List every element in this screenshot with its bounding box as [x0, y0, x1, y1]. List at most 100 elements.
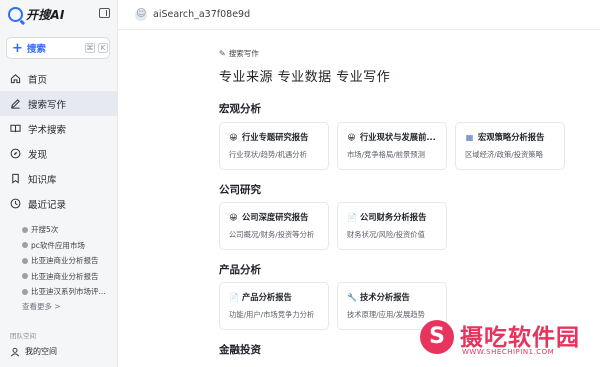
book-icon	[10, 124, 21, 133]
watermark: S 摄吃软件园 WWW.SHECHIPIN1.COM	[408, 312, 600, 367]
section-title-macro: 宏观分析	[219, 103, 261, 115]
card-desc: 功能/用户/市场竞争力分析	[229, 310, 315, 319]
shortcut-k-key: K	[98, 43, 108, 53]
card-title-text: 公司深度研究报告	[242, 212, 309, 222]
recent-item[interactable]: 开搜5次	[22, 222, 114, 238]
watermark-url: WWW.SHECHIPIN1.COM	[462, 348, 555, 356]
template-card[interactable]: ▦ 宏观策略分析报告 区域经济/政策/投资策略	[455, 122, 565, 170]
template-card[interactable]: 📄 产品分析报告 功能/用户/市场竞争力分析	[219, 282, 329, 330]
sidebar-item-label: 最近记录	[28, 199, 67, 211]
pen-icon: ✎	[219, 49, 226, 58]
sidebar-item-label: 学术搜索	[28, 124, 67, 136]
compass-icon	[10, 148, 21, 159]
sidebar-item-label: 发现	[28, 149, 48, 161]
team-space-label: 团队空间	[10, 332, 36, 340]
sidebar-item-recent[interactable]: 最近记录	[0, 191, 118, 216]
section-title-product: 产品分析	[219, 264, 261, 276]
sidebar-nav: 首页 搜索写作 学术搜索 发现 知识库 最近记录	[0, 66, 118, 216]
document-icon: 📄	[229, 292, 239, 302]
recent-item-label: 比亚迪商业分析报告	[31, 271, 99, 281]
my-space-label: 我的空间	[25, 347, 57, 356]
document-icon: 📄	[347, 212, 357, 222]
card-title: 🔧 技术分析报告	[347, 291, 446, 303]
writing-header: ✎ 搜索写作 专业来源 专业数据 专业写作	[219, 48, 390, 85]
card-title-text: 技术分析报告	[360, 292, 410, 302]
plus-icon: +	[12, 40, 23, 56]
watermark-text: 摄吃软件园	[460, 325, 580, 351]
recent-item[interactable]: 比亚迪商业分析报告	[22, 253, 114, 269]
card-title: 😀 公司深度研究报告	[229, 211, 328, 223]
new-search-button[interactable]: + 搜索 ⌘ K	[6, 37, 110, 59]
template-card[interactable]: 😀 公司深度研究报告 公司概况/财务/投资等分析	[219, 202, 329, 250]
card-title-text: 公司财务分析报告	[360, 212, 427, 222]
recent-item-label: pc软件应用市场	[31, 240, 85, 250]
brand-logo-icon	[8, 7, 23, 22]
card-title-text: 行业现状与发展前...	[360, 132, 436, 142]
clock-icon	[10, 198, 21, 209]
history-dot-icon	[22, 226, 28, 233]
session-title: aiSearch_a37f08e9d	[153, 9, 251, 20]
section-title-company: 公司研究	[219, 184, 261, 196]
wrench-icon: 🔧	[347, 292, 357, 302]
app: 开搜AI + 搜索 ⌘ K 首页 搜索写作 学术搜索 发现 知识库 最近记录 开…	[0, 0, 600, 367]
sidebar-item-academic-search[interactable]: 学术搜索	[0, 116, 118, 141]
template-card[interactable]: 😀 行业专题研究报告 行业现状/趋势/机遇分析	[219, 122, 329, 170]
my-space-item[interactable]: 我的空间	[10, 346, 57, 357]
recent-item[interactable]: 比亚迪汉系列市场评...	[22, 284, 114, 300]
grid-chart-icon: ▦	[465, 132, 474, 142]
card-desc: 行业现状/趋势/机遇分析	[229, 150, 307, 159]
sidebar: 开搜AI + 搜索 ⌘ K 首页 搜索写作 学术搜索 发现 知识库 最近记录 开…	[0, 0, 118, 367]
recent-item-label: 开搜5次	[31, 225, 59, 235]
watermark-logo-icon: S	[420, 320, 454, 354]
history-dot-icon	[22, 288, 28, 295]
sidebar-item-label: 搜索写作	[28, 99, 67, 111]
recent-item[interactable]: 比亚迪商业分析报告	[22, 269, 114, 285]
card-title: ▦ 宏观策略分析报告	[465, 131, 564, 143]
recent-item-label: 比亚迪商业分析报告	[31, 256, 99, 266]
smile-icon: 😀	[229, 132, 238, 142]
pen-icon	[11, 99, 20, 109]
sidebar-item-home[interactable]: 首页	[0, 66, 118, 91]
template-card[interactable]: 😀 行业现状与发展前... 市场/竞争格局/前景预测	[337, 122, 447, 170]
card-desc: 区域经济/政策/投资策略	[465, 150, 543, 159]
sidebar-item-label: 知识库	[28, 174, 57, 186]
page-title: 专业来源 专业数据 专业写作	[219, 70, 391, 85]
template-card[interactable]: 📄 公司财务分析报告 财务状况/风险/投资价值	[337, 202, 447, 250]
recent-item[interactable]: pc软件应用市场	[22, 238, 114, 254]
card-title: 📄 产品分析报告	[229, 291, 328, 303]
see-more-link[interactable]: 查看更多 >	[22, 301, 114, 312]
sidebar-item-knowledge-base[interactable]: 知识库	[0, 166, 118, 191]
card-title: 😀 行业专题研究报告	[229, 131, 328, 143]
history-dot-icon	[22, 273, 28, 280]
sidebar-item-label: 首页	[28, 74, 48, 86]
user-icon	[10, 347, 20, 356]
card-title-text: 产品分析报告	[242, 292, 292, 302]
section-title-finance: 金融投资	[219, 344, 261, 356]
card-title: 😀 行业现状与发展前...	[347, 131, 446, 143]
smile-icon: 😀	[229, 212, 238, 222]
history-dot-icon	[22, 257, 28, 264]
topbar: aiSearch_a37f08e9d	[118, 0, 600, 30]
kicker: ✎ 搜索写作	[219, 48, 390, 59]
bookmark-icon	[12, 173, 19, 184]
recent-item-label: 比亚迪汉系列市场评...	[31, 287, 106, 297]
kicker-label: 搜索写作	[228, 49, 259, 58]
sidebar-item-discover[interactable]: 发现	[0, 141, 118, 166]
card-desc: 公司概况/财务/投资等分析	[229, 230, 315, 239]
brand-name: 开搜AI	[26, 8, 65, 22]
new-search-label: 搜索	[26, 44, 46, 55]
sidebar-collapse-icon[interactable]	[99, 8, 110, 18]
history-dot-icon	[22, 242, 28, 249]
recent-list: 开搜5次 pc软件应用市场 比亚迪商业分析报告 比亚迪商业分析报告 比亚迪汉系列…	[22, 222, 114, 312]
home-icon	[10, 74, 21, 84]
card-title: 📄 公司财务分析报告	[347, 211, 446, 223]
sidebar-item-search-writing[interactable]: 搜索写作	[0, 91, 118, 116]
card-title-text: 行业专题研究报告	[242, 132, 309, 142]
avatar[interactable]	[135, 8, 147, 21]
shortcut-cmd-key: ⌘	[85, 43, 95, 53]
card-desc: 市场/竞争格局/前景预测	[347, 150, 425, 159]
card-desc: 财务状况/风险/投资价值	[347, 230, 425, 239]
brand[interactable]: 开搜AI	[8, 6, 65, 23]
card-title-text: 宏观策略分析报告	[478, 132, 545, 142]
smile-icon: 😀	[347, 132, 356, 142]
